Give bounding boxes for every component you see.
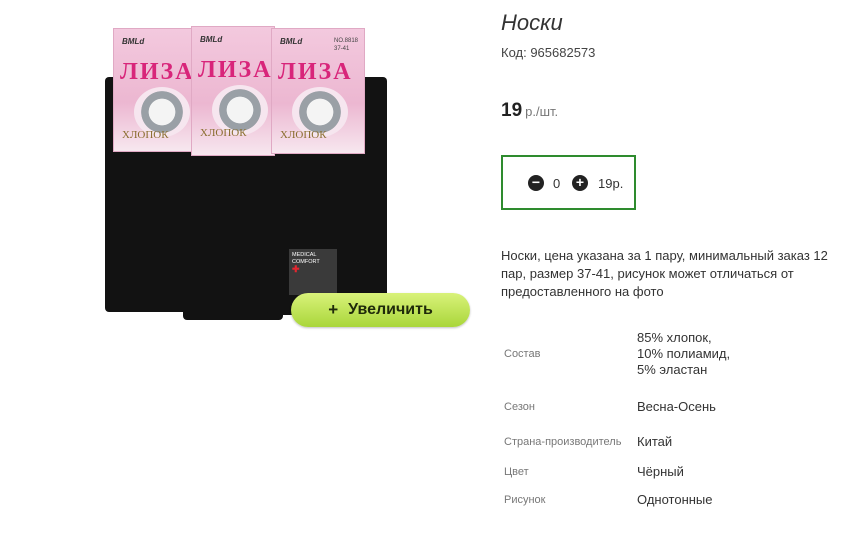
property-value: Чёрный [637, 464, 684, 479]
quantity-sum: 19р. [598, 176, 624, 191]
property-value: Однотонные [637, 492, 713, 507]
red-cross-icon: ✚ [292, 264, 300, 274]
property-value: Китай [637, 434, 673, 449]
price-unit: р./шт. [525, 104, 559, 119]
product-photo[interactable]: BMLd ЛИЗА ХЛОПОК BMLd ЛИЗА ХЛОПОК BMLd N… [95, 22, 395, 322]
property-key: Страна-производитель [504, 436, 622, 448]
card-cotton-label: ХЛОПОК [280, 129, 327, 141]
product-price: 19 р./шт. [501, 100, 558, 122]
property-row: Состав 85% хлопок, 10% полиамид, 5% элас… [501, 320, 732, 388]
product-code: Код: 965682573 [501, 45, 596, 60]
card-cotton-label: ХЛОПОК [122, 129, 169, 141]
product-title: Носки [501, 10, 563, 35]
property-row: Цвет Чёрный [501, 458, 732, 486]
property-row: Сезон Весна-Осень [501, 388, 732, 426]
card-brand: BMLd [200, 35, 223, 44]
card-brand: BMLd [280, 37, 303, 46]
card-brand: BMLd [122, 37, 145, 46]
card-number: NO.8818 37-41 [334, 37, 358, 53]
plus-icon[interactable]: + [572, 175, 588, 191]
card-cotton-label: ХЛОПОК [200, 127, 247, 139]
property-key: Цвет [504, 466, 529, 478]
property-row: Страна-производитель Китай [501, 426, 732, 458]
zoom-button-label: Увеличить [348, 301, 433, 318]
medical-comfort-label: MEDICAL COMFORT ✚ [289, 249, 337, 295]
property-key: Рисунок [504, 494, 546, 506]
card-size-text: 37-41 [333, 46, 350, 52]
package-card-middle: BMLd ЛИЗА ХЛОПОК [191, 26, 275, 156]
quantity-selector: − 0 + 19р. [501, 155, 636, 210]
product-description: Носки, цена указана за 1 пару, минимальн… [501, 248, 828, 299]
package-card-right: BMLd NO.8818 37-41 ЛИЗА ХЛОПОК [271, 28, 365, 154]
medical-line1: MEDICAL [292, 252, 317, 258]
card-title: ЛИЗА [120, 59, 195, 85]
property-value: Весна-Осень [637, 399, 716, 414]
property-key: Состав [504, 348, 541, 360]
properties-table: Состав 85% хлопок, 10% полиамид, 5% элас… [501, 320, 732, 514]
property-row: Рисунок Однотонные [501, 486, 732, 514]
package-card-left: BMLd ЛИЗА ХЛОПОК [113, 28, 197, 152]
quantity-value: 0 [553, 176, 561, 191]
minus-icon[interactable]: − [528, 175, 544, 191]
card-title: ЛИЗА [198, 57, 273, 83]
plus-icon: + [328, 300, 339, 319]
property-value: 85% хлопок, 10% полиамид, 5% эластан [637, 330, 731, 377]
price-value: 19 [501, 100, 523, 121]
card-title: ЛИЗА [278, 59, 353, 85]
zoom-button[interactable]: + Увеличить [291, 293, 470, 327]
card-no-text: NO.8818 [333, 38, 358, 44]
property-key: Сезон [504, 401, 535, 413]
